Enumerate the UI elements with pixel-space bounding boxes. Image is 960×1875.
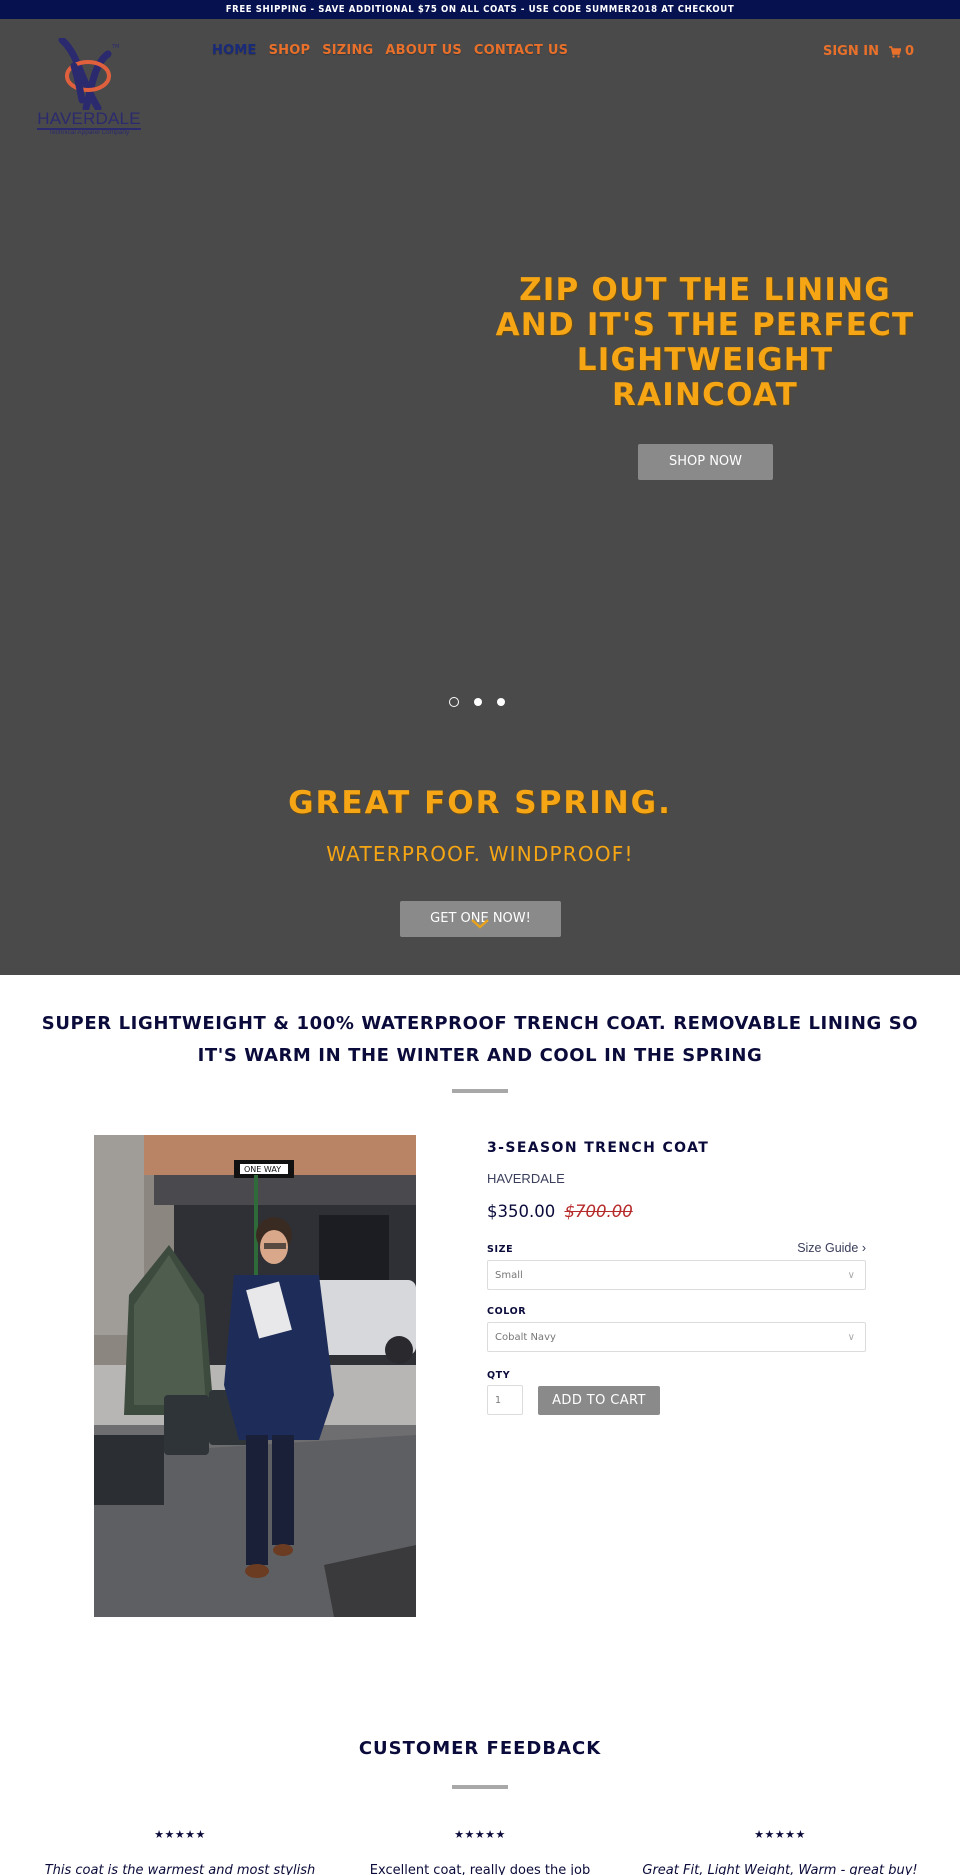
review-card: ★★★★★ Great Fit, Light Weight, Warm - gr… [630, 1828, 930, 1875]
brand-name: HAVERDALE [37, 109, 141, 130]
quantity-input[interactable] [487, 1385, 523, 1415]
sign-in-link[interactable]: SIGN IN [823, 44, 879, 59]
product-info: 3-SEASON TRENCH COAT HAVERDALE $350.00 $… [487, 1140, 866, 1415]
product-price-row: $350.00 $700.00 [487, 1202, 866, 1221]
color-select-value: Cobalt Navy [495, 1331, 556, 1343]
nav-home[interactable]: HOME [212, 43, 257, 58]
slide-heading: ZIP OUT THE LINING AND IT'S THE PERFECT … [495, 272, 915, 413]
product-image[interactable]: ONE WAY [94, 1135, 416, 1617]
logo-mark-icon: TM [58, 38, 119, 110]
nav-about-us[interactable]: ABOUT US [385, 43, 462, 58]
review-text: This coat is the warmest and most stylis… [44, 1863, 316, 1875]
review-text: Great Fit, Light Weight, Warm - great bu… [642, 1863, 918, 1875]
slide-dot-3[interactable] [497, 698, 505, 706]
compare-at-price: $700.00 [564, 1202, 633, 1221]
color-select[interactable]: Cobalt Navy ∨ [487, 1322, 866, 1352]
shopping-cart-icon [888, 45, 901, 58]
size-select[interactable]: Small ∨ [487, 1260, 866, 1290]
cart-link[interactable]: 0 [888, 44, 914, 59]
color-label: COLOR [487, 1306, 527, 1317]
star-rating-icon: ★★★★★ [154, 1828, 206, 1841]
section-divider [452, 1089, 508, 1093]
spring-heading: GREAT FOR SPRING. [288, 785, 672, 821]
announcement-bar: FREE SHIPPING - SAVE ADDITIONAL $75 ON A… [0, 0, 960, 19]
spring-subheading: WATERPROOF. WINDPROOF! [326, 842, 634, 866]
nav-shop[interactable]: SHOP [269, 43, 311, 58]
nav-contact-us[interactable]: CONTACT US [474, 43, 568, 58]
slide-dot-2[interactable] [474, 698, 482, 706]
qty-row: ADD TO CART [487, 1385, 866, 1415]
qty-label: QTY [487, 1370, 511, 1381]
review-text: Excellent coat, really does the job [369, 1863, 591, 1875]
brand-tagline: Technical Apparel Company [48, 129, 130, 136]
hero-section [0, 19, 960, 975]
trademark-label: TM [111, 44, 119, 50]
review-card: ★★★★★ Excellent coat, really does the jo… [330, 1828, 630, 1875]
nav-sizing[interactable]: SIZING [322, 43, 373, 58]
size-select-value: Small [495, 1269, 523, 1281]
cart-count: 0 [904, 44, 914, 59]
section-divider [452, 1785, 508, 1789]
chevron-down-icon[interactable] [470, 918, 490, 930]
account-area: SIGN IN 0 [823, 44, 914, 59]
product-title: 3-SEASON TRENCH COAT [487, 1140, 710, 1156]
size-label-row: SIZE Size Guide › [487, 1241, 866, 1255]
product-price: $350.00 [487, 1202, 556, 1221]
chevron-down-icon: ∨ [847, 1331, 855, 1343]
one-way-sign: ONE WAY [244, 1165, 281, 1174]
product-photo: ONE WAY [94, 1135, 416, 1617]
star-rating-icon: ★★★★★ [754, 1828, 806, 1841]
slide-dot-1[interactable] [449, 697, 459, 707]
feedback-heading: CUSTOMER FEEDBACK [358, 1738, 602, 1759]
size-guide-link[interactable]: Size Guide › [797, 1241, 866, 1255]
review-card: ★★★★★ This coat is the warmest and most … [30, 1828, 330, 1875]
chevron-right-icon: › [861, 1241, 866, 1255]
chevron-down-icon: ∨ [847, 1269, 855, 1281]
shop-now-button[interactable]: SHOP NOW [638, 444, 773, 480]
size-guide-label: Size Guide [797, 1241, 859, 1255]
add-to-cart-button[interactable]: ADD TO CART [538, 1385, 660, 1415]
main-nav: HOME SHOP SIZING ABOUT US CONTACT US [212, 43, 568, 58]
star-rating-icon: ★★★★★ [454, 1828, 506, 1841]
size-label: SIZE [487, 1244, 514, 1255]
slideshow-pagination [449, 697, 505, 707]
product-vendor[interactable]: HAVERDALE [487, 1171, 866, 1186]
intro-heading: SUPER LIGHTWEIGHT & 100% WATERPROOF TREN… [41, 1013, 919, 1066]
reviews-list: ★★★★★ This coat is the warmest and most … [0, 1828, 960, 1875]
